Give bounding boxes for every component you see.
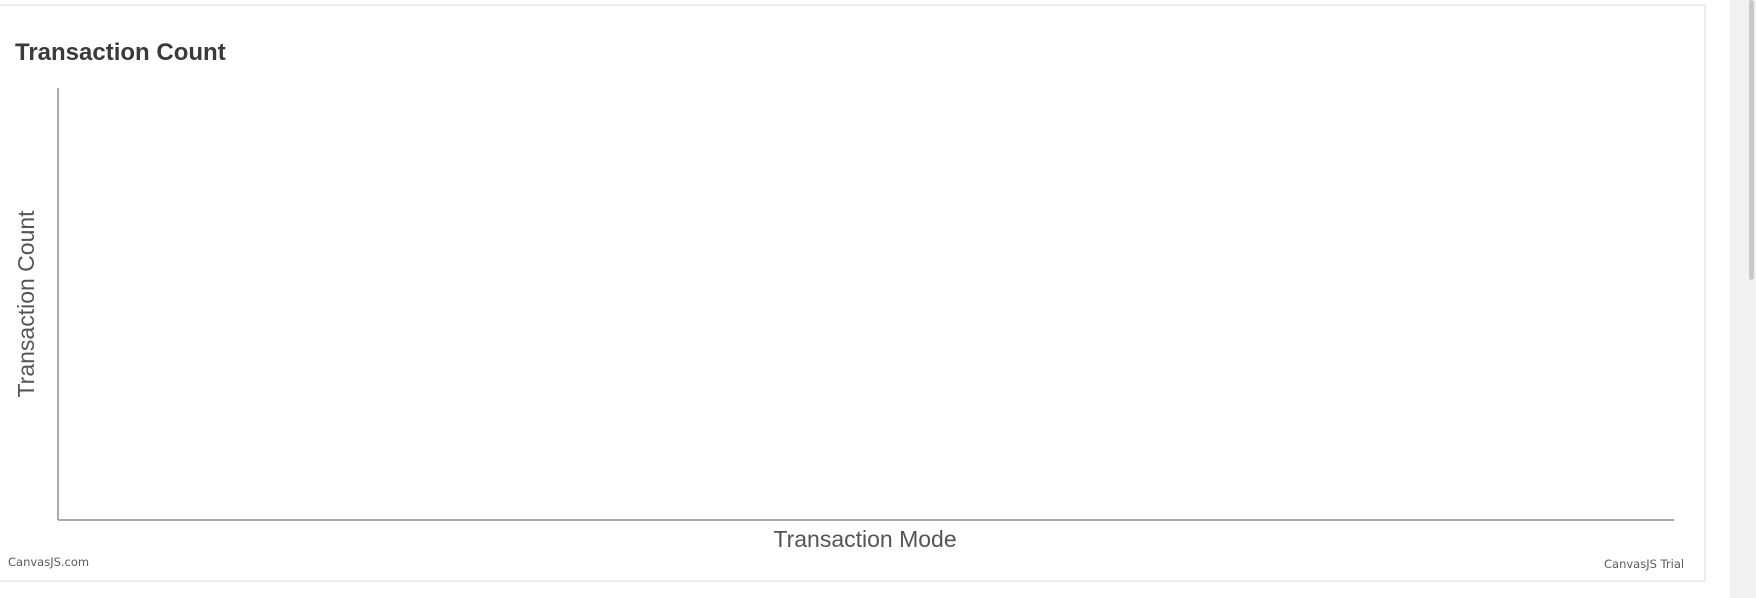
canvasjs-credit-link[interactable]: CanvasJS.com	[8, 555, 89, 569]
scrollbar-thumb[interactable]	[1749, 0, 1754, 280]
chart-card: Transaction Count Transaction Count Tran…	[0, 4, 1706, 582]
vertical-scrollbar[interactable]	[1730, 0, 1756, 598]
page: Transaction Count Transaction Count Tran…	[0, 0, 1756, 598]
canvasjs-trial-label: CanvasJS Trial	[1604, 557, 1685, 571]
chart-canvas: Transaction Count Transaction Mode	[13, 88, 1674, 552]
x-axis-label: Transaction Mode	[773, 526, 956, 552]
y-axis-label: Transaction Count	[13, 210, 39, 398]
